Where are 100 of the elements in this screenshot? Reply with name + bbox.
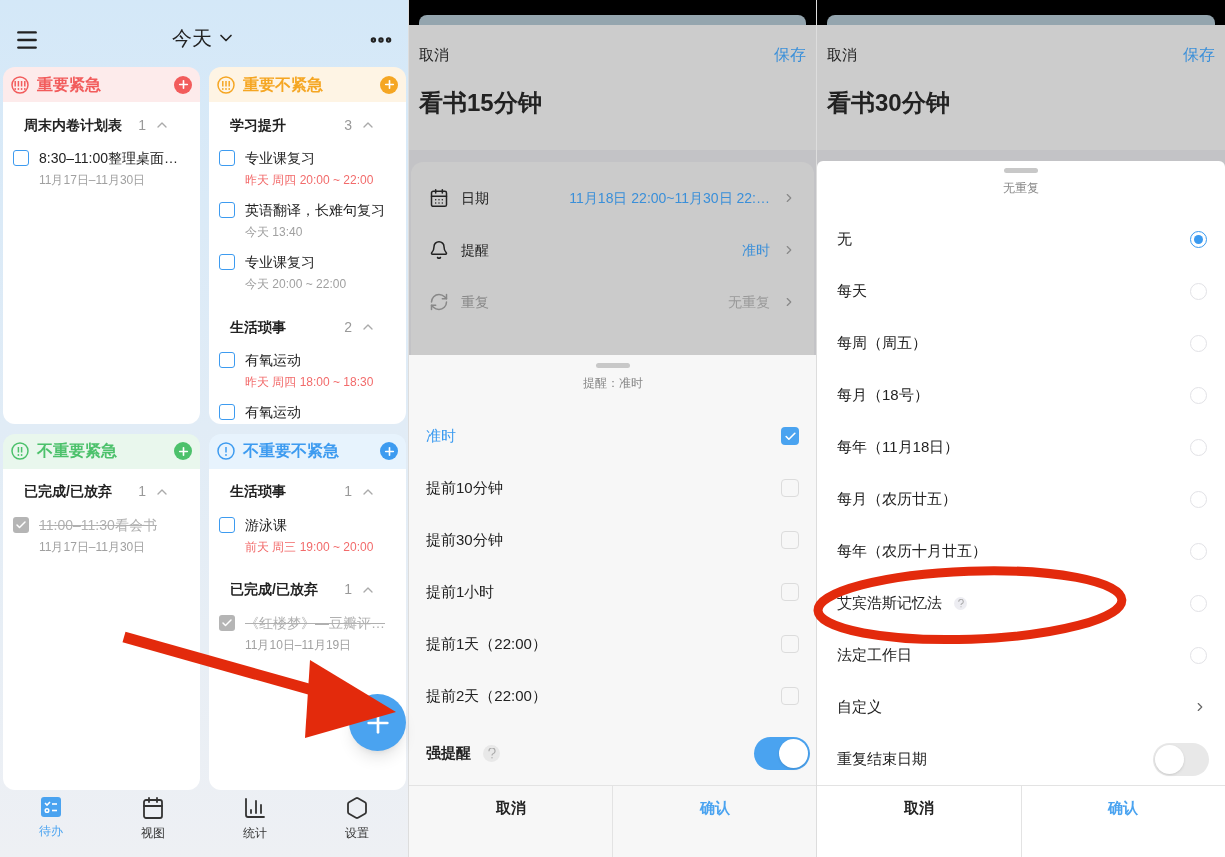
sheet-handle[interactable] [1004, 168, 1038, 173]
checklist-icon [40, 796, 62, 818]
task-time: 11月17日–11月30日 [39, 172, 147, 189]
checkbox[interactable] [219, 254, 235, 270]
plus-icon [382, 444, 396, 458]
option-label[interactable]: 每年（农历十月廿五） [837, 539, 987, 563]
quadrant-title: 不重要不紧急 [243, 441, 340, 461]
checkbox[interactable] [219, 516, 235, 533]
group-count: 2 [344, 317, 352, 337]
option-label[interactable]: 每天 [837, 279, 867, 303]
repeat-icon [429, 292, 449, 312]
option-label[interactable]: 艾宾浩斯记忆法 [837, 591, 942, 615]
option-label[interactable]: 提前1天（22:00） [426, 632, 547, 656]
toggle-switch[interactable] [754, 737, 810, 770]
cancel-button[interactable]: 取消 [409, 786, 613, 857]
task-title: 看书15分钟 [419, 88, 543, 118]
help-icon[interactable] [483, 745, 500, 762]
task-title[interactable]: 英语翻译，长难句复习 [245, 200, 385, 221]
group-title: 学习提升 [230, 115, 287, 135]
task-time: 11月17日–11月30日 [39, 538, 147, 556]
task-time: 11月10日–11月19日 [245, 636, 353, 654]
alert-icon [11, 442, 29, 460]
option-label[interactable]: 每周（周五） [837, 331, 927, 355]
task-time: 昨天 周四 20:00 ~ 22:00 [245, 172, 374, 189]
checkbox[interactable] [219, 404, 235, 420]
check-icon [221, 616, 233, 629]
date-icon [429, 188, 449, 208]
group-count: 1 [344, 482, 352, 501]
task-time: 前天 周三 19:00 ~ 20:00 [245, 538, 374, 556]
option-label[interactable]: 提前30分钟 [426, 528, 503, 552]
field-row[interactable]: 日期 11月18日 22:00~11月30日 22:… [411, 172, 814, 224]
option-label[interactable]: 提前2天（22:00） [426, 684, 547, 708]
calendar-icon [141, 796, 165, 820]
task-title[interactable]: 有氧运动 [245, 350, 374, 371]
task-title[interactable]: 专业课复习 [245, 148, 374, 169]
task-title: 看书30分钟 [827, 88, 951, 118]
group-title: 已完成/已放弃 [230, 580, 319, 599]
add-button[interactable] [174, 75, 192, 94]
plus-icon [176, 78, 190, 91]
field-row[interactable]: 提醒 准时 [411, 224, 814, 276]
checkbox[interactable] [219, 150, 235, 166]
quadrant-title: 重要不紧急 [243, 74, 324, 95]
task-title[interactable]: 有氧运动 [245, 402, 301, 423]
option-label[interactable]: 每月（农历廿五） [837, 487, 957, 511]
option-label: 重复结束日期 [837, 748, 928, 769]
settings-icon [345, 796, 369, 820]
quadrant-title: 重要紧急 [37, 74, 102, 95]
option-label[interactable]: 每年（11月18日） [837, 435, 960, 459]
group-title: 已完成/已放弃 [24, 482, 113, 501]
sheet-handle[interactable] [595, 363, 630, 368]
task-time: 昨天 周四 18:00 ~ 18:30 [245, 374, 374, 391]
sheet-title: 提醒：准时 [582, 375, 643, 392]
check-icon [15, 518, 27, 531]
alert-icon [11, 75, 29, 94]
nav-tab[interactable]: 视图 [102, 790, 204, 857]
quadrant-title: 不重要紧急 [37, 441, 118, 461]
option-label[interactable]: 提前1小时 [426, 580, 495, 604]
option-label: 强提醒 [426, 743, 471, 764]
nav-tab[interactable]: 设置 [306, 790, 408, 857]
checkbox[interactable] [13, 516, 29, 533]
task-title[interactable]: 8:30–11:00整理桌面… [39, 148, 179, 169]
cancel-link[interactable]: 取消 [419, 43, 449, 67]
add-button[interactable] [380, 75, 398, 94]
group-count: 1 [138, 115, 146, 135]
plus-icon [382, 78, 396, 91]
option-label[interactable]: 自定义 [837, 695, 882, 719]
checkbox[interactable] [781, 427, 799, 445]
group-count: 1 [138, 482, 146, 501]
group-title: 生活琐事 [230, 317, 287, 337]
group-title: 生活琐事 [230, 482, 287, 501]
checkbox[interactable] [219, 352, 235, 368]
group-title: 周末内卷计划表 [24, 115, 123, 135]
option-label[interactable]: 无 [837, 227, 852, 251]
sheet-title: 无重复 [1003, 180, 1039, 197]
checkbox[interactable] [13, 150, 29, 166]
option-label[interactable]: 法定工作日 [837, 643, 912, 667]
task-title[interactable]: 专业课复习 [245, 252, 347, 273]
group-count: 1 [344, 580, 352, 599]
add-button[interactable] [174, 442, 192, 460]
reminder-icon [429, 240, 449, 260]
task-time: 今天 20:00 ~ 22:00 [245, 276, 347, 293]
task-title[interactable]: 游泳课 [245, 514, 374, 536]
screen-title: 今天 [172, 26, 212, 51]
toggle-switch[interactable] [1153, 742, 1209, 776]
add-button[interactable] [380, 442, 398, 460]
option-label[interactable]: 每月（18号） [837, 383, 929, 407]
cancel-button[interactable]: 取消 [817, 786, 1022, 857]
checkbox[interactable] [219, 202, 235, 218]
help-icon[interactable] [954, 596, 967, 610]
cancel-link[interactable]: 取消 [827, 43, 857, 67]
alert-icon [217, 442, 235, 460]
option-label[interactable]: 提前10分钟 [426, 476, 503, 500]
nav-tab[interactable]: 统计 [204, 790, 306, 857]
group-count: 3 [344, 115, 352, 135]
bar-chart-icon [243, 796, 267, 820]
task-time: 今天 13:40 [245, 224, 304, 241]
checkbox[interactable] [219, 614, 235, 631]
plus-icon [176, 444, 190, 458]
alert-icon [217, 75, 235, 94]
check-icon [783, 429, 797, 443]
